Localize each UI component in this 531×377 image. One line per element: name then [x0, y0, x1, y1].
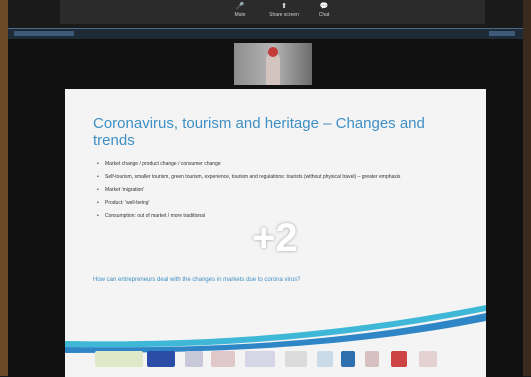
- slide-bullet: Product: 'well-being': [97, 200, 447, 206]
- partner-logo-9: [419, 351, 437, 367]
- slide-bullet: Market change / product change / consume…: [97, 161, 447, 167]
- window-controls[interactable]: [489, 31, 515, 36]
- partner-logo-6: [341, 351, 355, 367]
- participant-video-thumbnail[interactable]: [234, 43, 312, 85]
- partner-logo-1: [185, 351, 203, 367]
- background-right-edge: [523, 0, 531, 376]
- more-participants-badge[interactable]: +2: [252, 217, 298, 259]
- share-screen-control[interactable]: ⬆ Share screen: [264, 3, 304, 18]
- slide-bullet: Self-tourism, smaller tourism, green tou…: [97, 174, 447, 180]
- eu-flag-logo: [147, 351, 175, 367]
- meeting-window: Coronavirus, tourism and heritage – Chan…: [8, 28, 523, 377]
- mute-label: Mute: [234, 12, 246, 18]
- window-title-bar: [8, 29, 523, 39]
- participant-head: [268, 47, 278, 57]
- chat-label: Chat: [318, 12, 330, 18]
- mute-control[interactable]: 🎤 Mute: [220, 3, 260, 18]
- share-screen-icon: ⬆: [281, 3, 287, 10]
- slide-title: Coronavirus, tourism and heritage – Chan…: [93, 115, 425, 149]
- partner-logo-7: [365, 351, 379, 367]
- chat-control[interactable]: 💬 Chat: [304, 3, 344, 18]
- partner-logo-3: [245, 351, 275, 367]
- slide-bullet: Market 'migration': [97, 187, 447, 193]
- window-title-block: [14, 31, 74, 36]
- slide-question: How can entrepreneurs deal with the chan…: [93, 277, 301, 283]
- background-left-edge: [0, 0, 8, 376]
- partner-logo-8: [391, 351, 407, 367]
- participant-body: [266, 53, 280, 85]
- chat-icon: 💬: [319, 3, 329, 10]
- slide-wave-decoration: [65, 305, 486, 353]
- meeting-toolbar: 🎤 Mute ⬆ Share screen 💬 Chat: [60, 0, 485, 24]
- partner-logo-4: [285, 351, 307, 367]
- partner-logo-2: [211, 351, 235, 367]
- share-screen-label: Share screen: [269, 12, 299, 18]
- mic-icon: 🎤: [235, 3, 245, 10]
- interreg-logo: [95, 351, 143, 367]
- partner-logo-5: [317, 351, 333, 367]
- partner-logos: [85, 347, 475, 373]
